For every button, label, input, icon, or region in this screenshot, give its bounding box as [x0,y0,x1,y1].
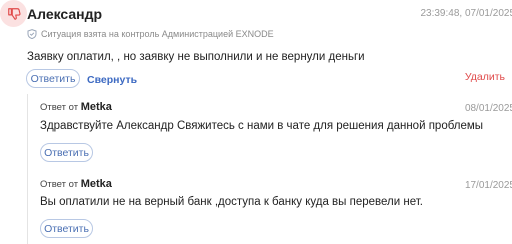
delete-link[interactable]: Удалить [465,71,505,83]
moderation-notice-text: Ситуация взята на контроль Администрацие… [41,28,274,39]
reply-date: 17/01/2025 [464,180,512,191]
reply-text: Здравствуйте Александр Свяжитесь с нами … [40,120,484,132]
reply-text: Вы оплатили не на верный банк ,доступа к… [40,196,423,208]
review-author: Александр [27,6,103,22]
review-date: 23:39:48, 07/01/2025 [420,8,512,19]
reply-button[interactable]: Ответить [40,219,93,238]
reply-button[interactable]: Ответить [40,143,93,162]
reply-author-line: Ответ от Metka [40,178,112,190]
reply-from-prefix: Ответ от [40,179,79,190]
reply-from-prefix: Ответ от [40,102,79,113]
reply-author: Metka [80,178,112,190]
shield-icon [27,28,37,39]
thumbs-down-icon [7,7,21,20]
dislike-avatar [0,0,27,27]
reply-date: 08/01/2025 [464,103,512,114]
reply-author: Metka [80,101,112,113]
review-text: Заявку оплатил, , но заявку не выполнили… [27,51,365,63]
moderation-notice: Ситуация взята на контроль Администрацие… [27,26,274,41]
collapse-link[interactable]: Свернуть [87,74,137,86]
reply-button[interactable]: Ответить [26,69,80,88]
thread-line [27,94,28,244]
reply-author-line: Ответ от Metka [40,101,112,113]
